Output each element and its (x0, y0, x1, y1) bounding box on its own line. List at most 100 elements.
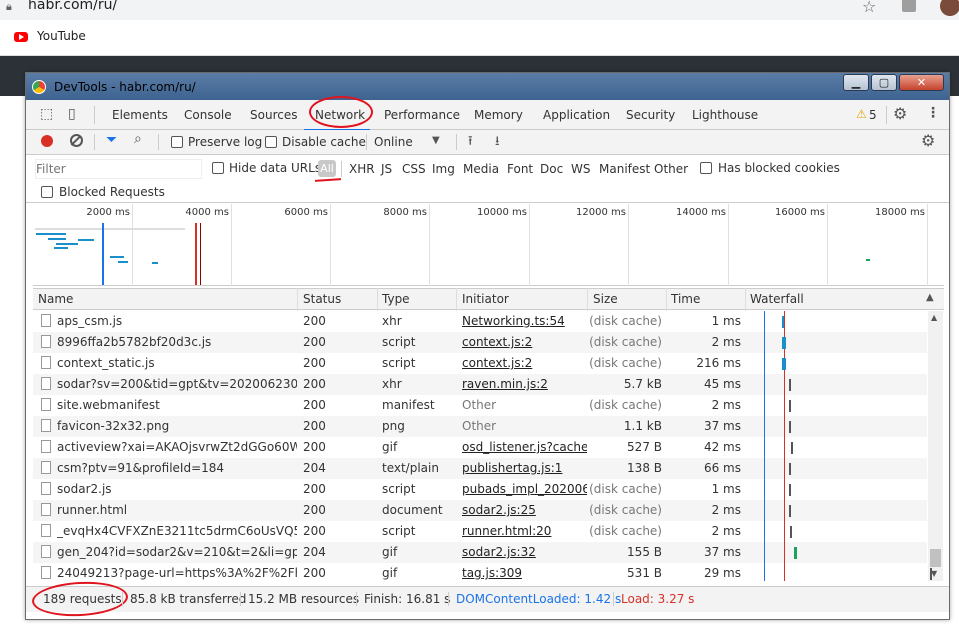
table-row[interactable]: 24049213?page-url=https%3A%2F%2Fhab... 20… (33, 563, 927, 584)
filter-media[interactable]: Media (463, 162, 499, 176)
request-size: 138 B (627, 461, 662, 475)
filter-all-button[interactable]: All (318, 160, 336, 177)
scroll-up-icon[interactable]: ▲ (931, 313, 937, 322)
tick-label: 2000 ms (86, 207, 130, 218)
request-initiator[interactable]: sodar2.js:25 (462, 503, 587, 517)
filter-js[interactable]: JS (381, 162, 392, 176)
export-har-icon[interactable]: ⭳ (495, 132, 500, 154)
record-button[interactable] (41, 135, 53, 147)
avatar[interactable] (940, 0, 959, 16)
request-name[interactable]: 8996ffa2b5782bf20d3c.js (57, 335, 297, 349)
tab-console[interactable]: Console (184, 108, 232, 122)
request-name[interactable]: sodar?sv=200&tid=gpt&tv=2020062301&... (57, 377, 297, 391)
request-name[interactable]: sodar2.js (57, 482, 297, 496)
search-icon[interactable]: ⌕ (134, 131, 142, 147)
request-name[interactable]: csm?ptv=91&profileId=184 (57, 461, 297, 475)
resources-size: 15.2 MB resources (248, 592, 360, 606)
filter-css[interactable]: CSS (402, 162, 426, 176)
request-time: 2 ms (711, 524, 741, 538)
table-row[interactable]: favicon-32x32.png 200 png Other 1.1 kB 37 ms (33, 416, 927, 437)
col-status[interactable]: Status (303, 292, 341, 306)
request-name[interactable]: favicon-32x32.png (57, 419, 297, 433)
tab-performance[interactable]: Performance (384, 108, 460, 122)
tab-sources[interactable]: Sources (250, 108, 297, 122)
filter-xhr[interactable]: XHR (349, 162, 375, 176)
blocked-cookies-checkbox[interactable] (700, 162, 712, 174)
table-scrollbar[interactable] (928, 311, 943, 581)
request-name[interactable]: context_static.js (57, 356, 297, 370)
request-initiator[interactable]: osd_listener.js?cache... (462, 440, 587, 454)
tab-security[interactable]: Security (626, 108, 675, 122)
table-row[interactable]: 8996ffa2b5782bf20d3c.js 200 script context.… (33, 332, 927, 353)
col-size[interactable]: Size (593, 292, 618, 306)
settings-gear-icon[interactable]: ⚙ (893, 104, 907, 123)
disable-cache-checkbox[interactable] (265, 136, 277, 148)
table-row[interactable]: csm?ptv=91&profileId=184 204 text/plain pub… (33, 458, 927, 479)
col-type[interactable]: Type (382, 292, 410, 306)
hide-data-urls-checkbox[interactable] (212, 162, 224, 174)
preserve-log-checkbox[interactable] (171, 136, 183, 148)
request-initiator[interactable]: pubads_impl_202006... (462, 482, 587, 496)
col-initiator[interactable]: Initiator (462, 292, 509, 306)
inspect-icon[interactable]: ⬚ (40, 106, 53, 122)
table-row[interactable]: runner.html 200 document sodar2.js:25 (disk … (33, 500, 927, 521)
import-har-icon[interactable]: ⭱ (468, 132, 473, 154)
bookmark-youtube[interactable]: YouTube (37, 29, 86, 43)
extension-icon[interactable] (902, 0, 916, 12)
tab-memory[interactable]: Memory (474, 108, 523, 122)
dropdown-arrow-icon[interactable]: ▼ (432, 135, 440, 146)
scrollbar-thumb[interactable] (930, 549, 941, 567)
filter-manifest[interactable]: Manifest (599, 162, 650, 176)
request-initiator[interactable]: context.js:2 (462, 335, 587, 349)
table-row[interactable]: context_static.js 200 script context.js:2 (d… (33, 353, 927, 374)
filter-other[interactable]: Other (654, 162, 688, 176)
request-initiator[interactable]: runner.html:20 (462, 524, 587, 538)
request-name[interactable]: activeview?xai=AKAOjsvrwZt2dGGo60WR... (57, 440, 297, 454)
request-type: xhr (382, 377, 402, 391)
request-time: 2 ms (711, 335, 741, 349)
request-initiator[interactable]: Networking.ts:54 (462, 314, 587, 328)
address-bar[interactable]: habr.com/ru/ (28, 0, 117, 13)
tab-elements[interactable]: Elements (112, 108, 168, 122)
table-row[interactable]: gen_204?id=sodar2&v=210&t=2&li=gpt_... 20… (33, 542, 927, 563)
blocked-requests-checkbox[interactable] (41, 186, 53, 198)
filter-img[interactable]: Img (432, 162, 455, 176)
table-row[interactable]: _evqHx4CVFXZnE3211tc5drmC6oUsVQ5ur... 200… (33, 521, 927, 542)
minimize-button[interactable]: ▁ (843, 74, 869, 91)
maximize-button[interactable]: ▢ (871, 74, 897, 91)
filter-font[interactable]: Font (507, 162, 533, 176)
table-row[interactable]: site.webmanifest 200 manifest Other (disk ca… (33, 395, 927, 416)
request-initiator[interactable]: publishertag.js:1 (462, 461, 587, 475)
request-initiator[interactable]: sodar2.js:32 (462, 545, 587, 559)
request-initiator[interactable]: context.js:2 (462, 356, 587, 370)
warning-icon[interactable]: ⚠ (856, 107, 867, 121)
tab-application[interactable]: Application (543, 108, 610, 122)
col-name[interactable]: Name (38, 292, 73, 306)
filter-icon[interactable]: ⏷ (106, 132, 117, 148)
tab-lighthouse[interactable]: Lighthouse (692, 108, 758, 122)
request-name[interactable]: _evqHx4CVFXZnE3211tc5drmC6oUsVQ5ur... (57, 524, 297, 538)
request-name[interactable]: runner.html (57, 503, 297, 517)
filter-input[interactable] (35, 159, 202, 179)
device-toggle-icon[interactable]: ▯ (68, 106, 76, 122)
table-row[interactable]: sodar?sv=200&tid=gpt&tv=2020062301&... 20… (33, 374, 927, 395)
more-menu-icon[interactable]: ⋮ (926, 105, 940, 121)
request-name[interactable]: gen_204?id=sodar2&v=210&t=2&li=gpt_... (57, 545, 297, 559)
request-name[interactable]: aps_csm.js (57, 314, 297, 328)
request-initiator[interactable]: tag.js:309 (462, 566, 587, 580)
table-row[interactable]: aps_csm.js 200 xhr Networking.ts:54 (disk ca… (33, 311, 927, 332)
table-row[interactable]: sodar2.js 200 script pubads_impl_202006...(… (33, 479, 927, 500)
throttle-select[interactable]: Online (374, 135, 413, 149)
col-time[interactable]: Time (671, 292, 700, 306)
request-name[interactable]: 24049213?page-url=https%3A%2F%2Fhab... (57, 566, 297, 580)
filter-ws[interactable]: WS (571, 162, 590, 176)
request-name[interactable]: site.webmanifest (57, 398, 297, 412)
star-icon[interactable]: ☆ (862, 0, 876, 16)
sort-up-icon[interactable]: ▲ (926, 292, 934, 303)
network-settings-icon[interactable]: ⚙ (921, 131, 935, 150)
request-initiator[interactable]: raven.min.js:2 (462, 377, 587, 391)
close-button[interactable]: ✕ (899, 74, 944, 91)
col-waterfall[interactable]: Waterfall (750, 292, 804, 306)
warning-count[interactable]: 5 (869, 108, 877, 122)
filter-doc[interactable]: Doc (540, 162, 563, 176)
